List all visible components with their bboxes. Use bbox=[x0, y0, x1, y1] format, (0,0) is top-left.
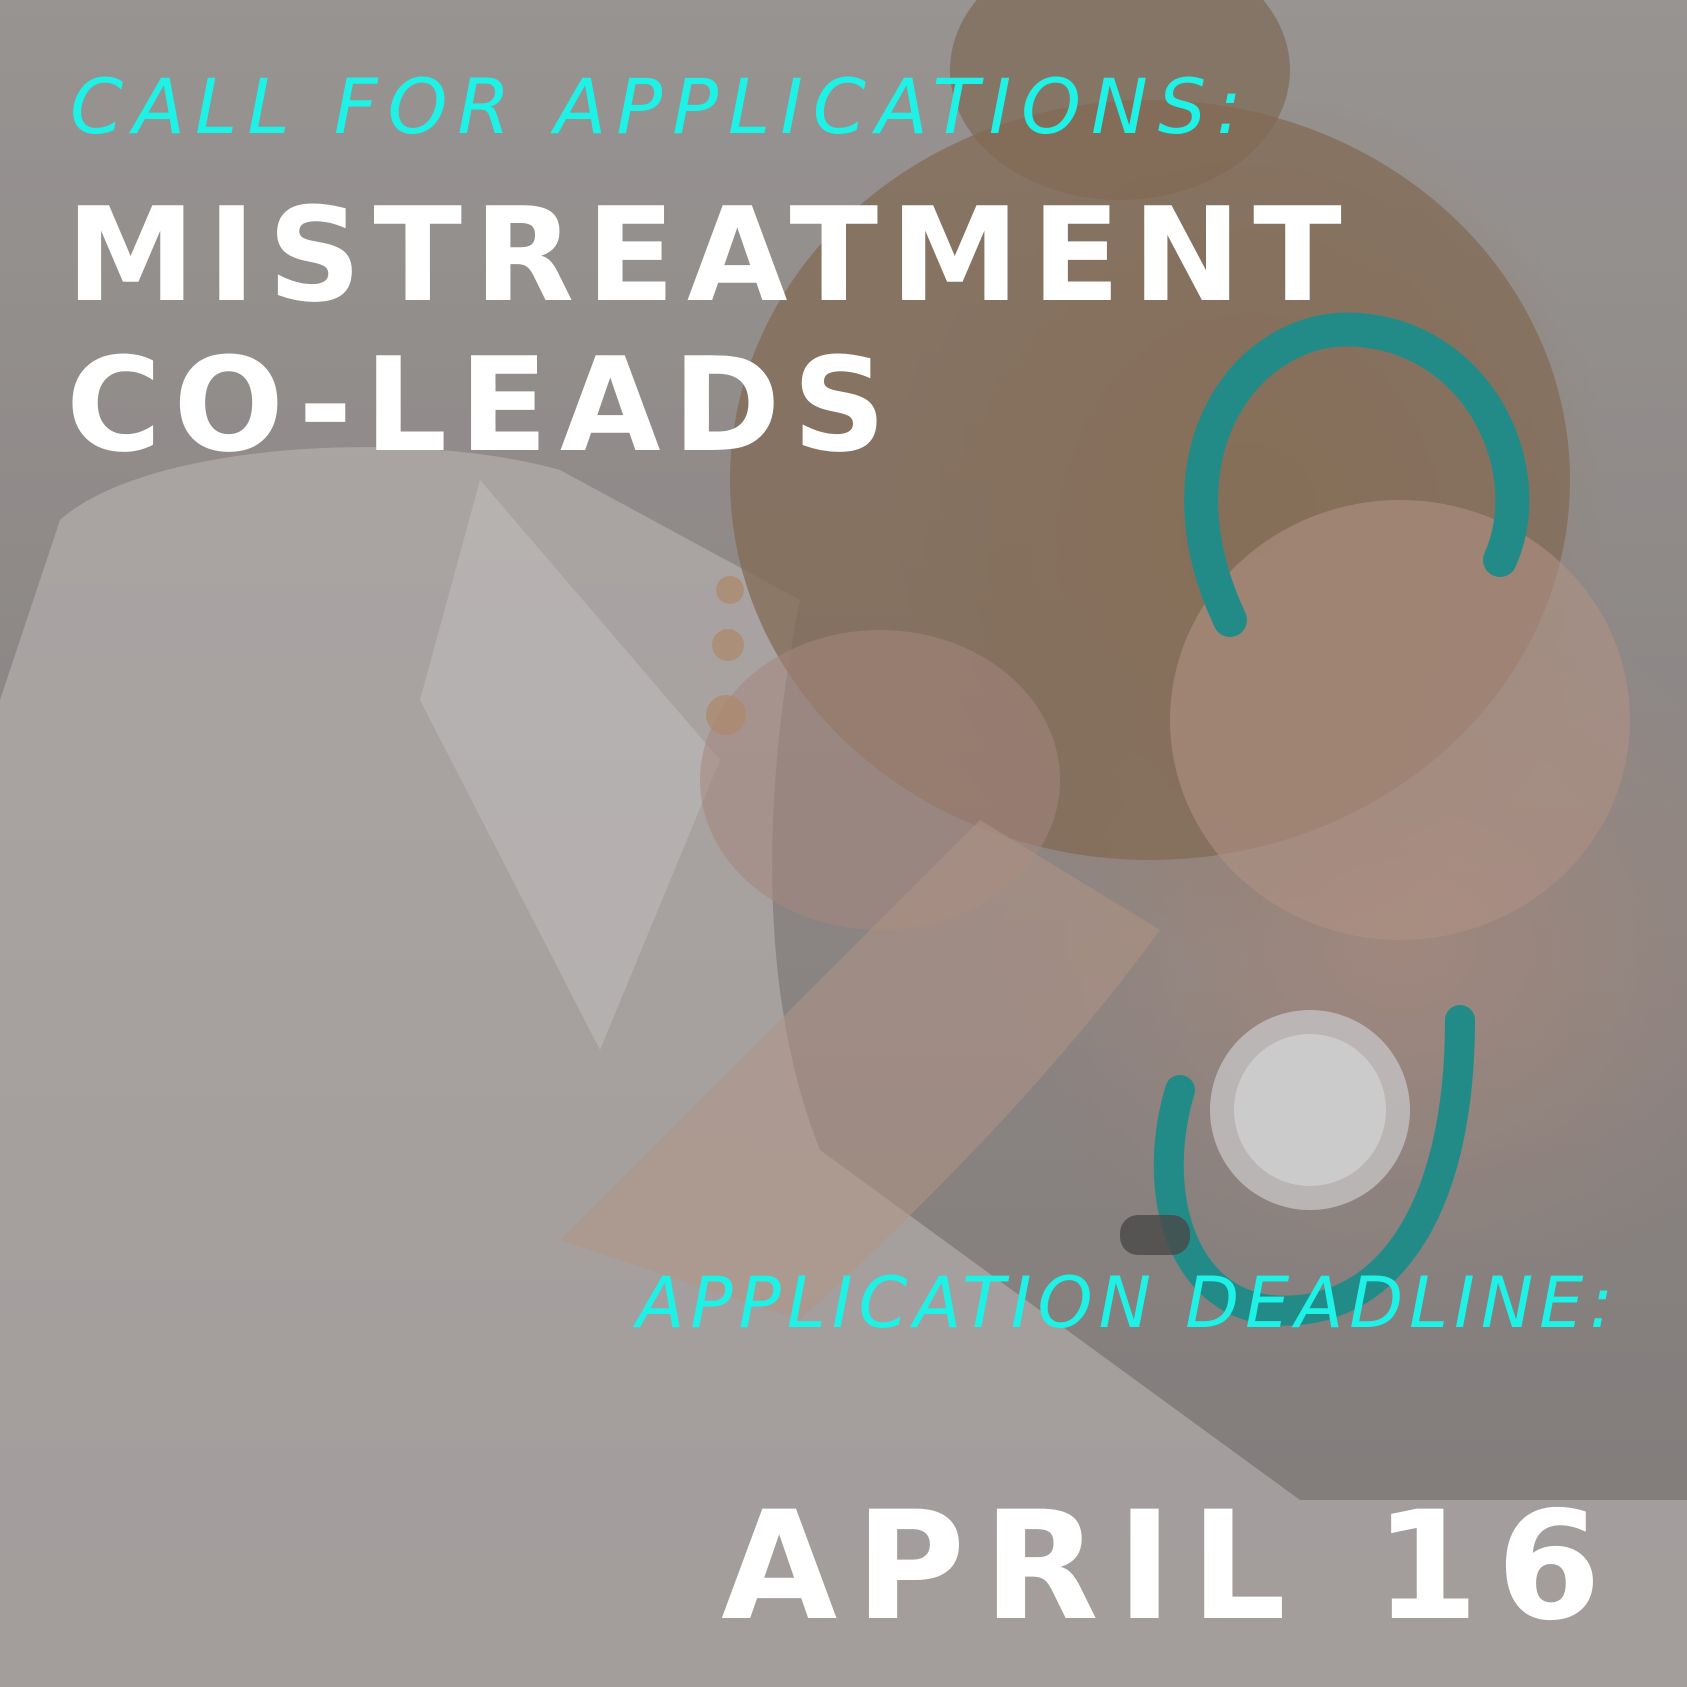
headline-line-1: MISTREATMENT bbox=[66, 179, 1354, 331]
recruitment-poster: CALL FOR APPLICATIONS: MISTREATMENT CO-L… bbox=[0, 0, 1687, 1687]
headline-line-2: CO-LEADS bbox=[66, 329, 899, 481]
call-for-applications-kicker: CALL FOR APPLICATIONS: bbox=[70, 62, 1252, 151]
deadline-label: APPLICATION DEADLINE: bbox=[636, 1262, 1619, 1344]
headline: MISTREATMENT CO-LEADS bbox=[66, 180, 1354, 480]
deadline-date: APRIL 16 bbox=[721, 1480, 1619, 1654]
